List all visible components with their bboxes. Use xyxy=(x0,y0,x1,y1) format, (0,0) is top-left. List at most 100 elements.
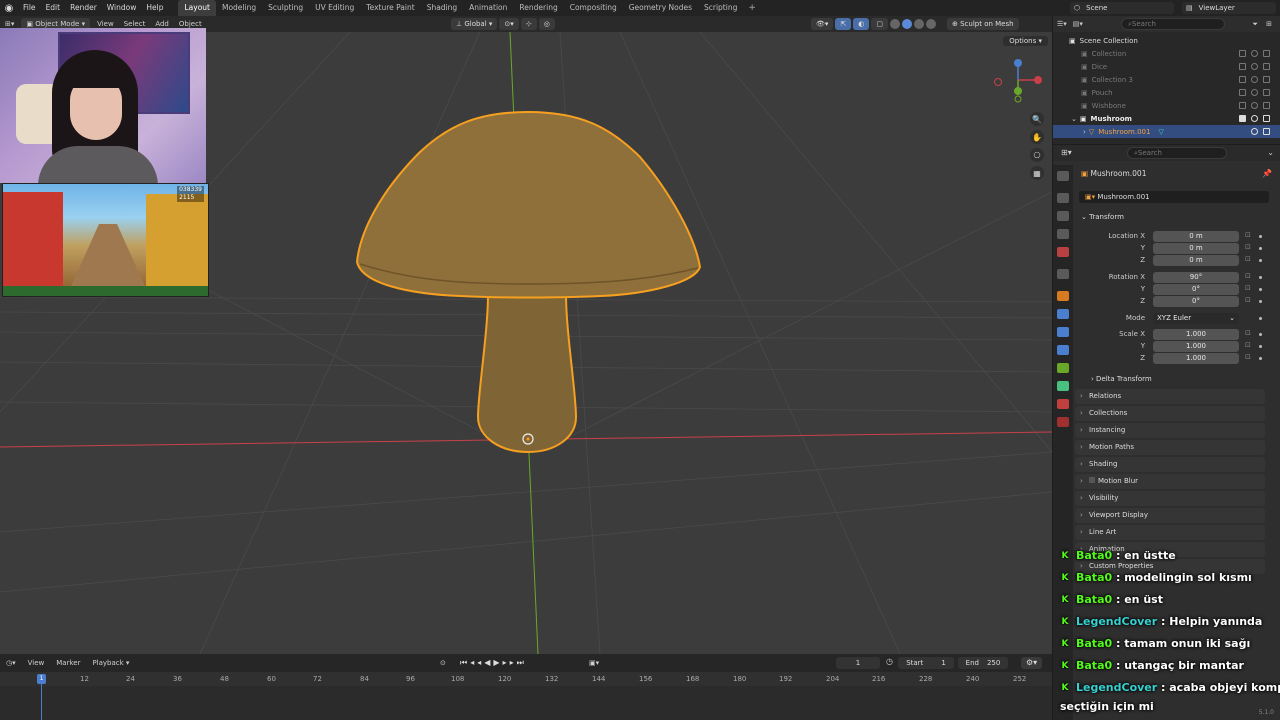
camera-render-icon[interactable] xyxy=(1263,76,1270,83)
checkbox-icon[interactable] xyxy=(1239,63,1246,70)
checkbox-icon[interactable] xyxy=(1239,102,1246,109)
tab-shading[interactable]: Shading xyxy=(421,0,463,16)
checkbox-icon[interactable] xyxy=(1239,50,1246,57)
keyframe-dot-icon[interactable] xyxy=(1259,300,1262,303)
end-frame-field[interactable]: End 250 xyxy=(958,657,1008,669)
play-icon[interactable]: ▶ xyxy=(493,658,502,667)
tab-uv-editing[interactable]: UV Editing xyxy=(309,0,360,16)
keyframe-dot-icon[interactable] xyxy=(1259,247,1262,250)
lock-icon[interactable]: ⊡ xyxy=(1245,329,1251,337)
tool-tab-icon[interactable] xyxy=(1057,171,1069,181)
scale-x-field[interactable]: 1.000 xyxy=(1153,329,1239,340)
timeline-options-icon[interactable]: ⚙▾ xyxy=(1021,657,1043,669)
keyframe-dot-icon[interactable] xyxy=(1259,235,1262,238)
zoom-icon[interactable]: 🔍 xyxy=(1030,112,1044,126)
rotation-z-field[interactable]: 0° xyxy=(1153,296,1239,307)
mushroom-stem[interactable] xyxy=(476,293,578,454)
xray-icon[interactable]: ▢ xyxy=(871,18,889,30)
tab-sculpting[interactable]: Sculpting xyxy=(262,0,309,16)
keyframe-icon[interactable]: ▣▾ xyxy=(583,659,605,667)
panel-motion-blur[interactable]: Motion Blur xyxy=(1075,474,1265,489)
rotation-y-field[interactable]: 0° xyxy=(1153,284,1239,295)
playhead[interactable]: 1 xyxy=(37,674,46,684)
modifier-tab-icon[interactable] xyxy=(1057,309,1069,319)
scale-z-field[interactable]: 1.000 xyxy=(1153,353,1239,364)
tab-geometry-nodes[interactable]: Geometry Nodes xyxy=(623,0,698,16)
tab-layout[interactable]: Layout xyxy=(178,0,216,16)
render-tab-icon[interactable] xyxy=(1057,193,1069,203)
panel-line-art[interactable]: Line Art xyxy=(1075,525,1265,540)
menu-file[interactable]: File xyxy=(18,0,41,16)
current-frame-field[interactable]: 1 xyxy=(836,657,880,669)
timeline-menu-marker[interactable]: Marker xyxy=(50,659,86,667)
lock-icon[interactable]: ⊡ xyxy=(1245,231,1251,239)
eye-icon[interactable] xyxy=(1251,115,1258,122)
menu-edit[interactable]: Edit xyxy=(41,0,66,16)
rotation-mode-dropdown[interactable]: XYZ Euler ⌄ xyxy=(1153,313,1239,324)
navigation-gizmo[interactable] xyxy=(994,59,1043,103)
camera-render-icon[interactable] xyxy=(1263,50,1270,57)
tab-compositing[interactable]: Compositing xyxy=(564,0,623,16)
snap-icon[interactable]: ⊹ xyxy=(520,18,537,30)
checkbox-icon[interactable] xyxy=(1239,89,1246,96)
tab-modeling[interactable]: Modeling xyxy=(216,0,262,16)
options-dropdown[interactable]: Options ▾ xyxy=(1003,36,1048,46)
world-tab-icon[interactable] xyxy=(1057,269,1069,279)
camera-render-icon[interactable] xyxy=(1263,128,1270,135)
timeline-menu-playback[interactable]: Playback ▾ xyxy=(86,659,135,667)
new-collection-icon[interactable]: ⊞ xyxy=(1266,20,1272,28)
texture-tab-icon[interactable] xyxy=(1057,417,1069,427)
eye-icon[interactable] xyxy=(1251,76,1258,83)
physics-tab-icon[interactable] xyxy=(1057,345,1069,355)
keyframe-dot-icon[interactable] xyxy=(1259,333,1262,336)
menu-help[interactable]: Help xyxy=(141,0,168,16)
outliner-item[interactable]: ▣ Pouch xyxy=(1053,86,1280,99)
constraints-tab-icon[interactable] xyxy=(1057,363,1069,373)
keyframe-dot-icon[interactable] xyxy=(1259,276,1262,279)
mushroom-cap[interactable] xyxy=(355,110,702,299)
keyframe-dot-icon[interactable] xyxy=(1259,317,1262,320)
panel-relations[interactable]: Relations xyxy=(1075,389,1265,404)
eye-icon[interactable] xyxy=(1251,102,1258,109)
motion-blur-checkbox[interactable] xyxy=(1089,477,1095,483)
tab-texture-paint[interactable]: Texture Paint xyxy=(360,0,420,16)
clock-icon[interactable]: ◷ xyxy=(886,657,893,666)
timeline-menu-view[interactable]: View xyxy=(22,659,51,667)
transform-section-header[interactable]: ⌄ Transform xyxy=(1081,213,1124,221)
lock-icon[interactable]: ⊡ xyxy=(1245,296,1251,304)
scene-tab-icon[interactable] xyxy=(1057,247,1069,257)
next-key-icon[interactable]: ▸▸ xyxy=(503,658,517,667)
filter-icon[interactable]: ⏷ xyxy=(1252,20,1258,29)
eye-icon[interactable] xyxy=(1251,128,1258,135)
timeline-body[interactable]: 12 24 36 48 60 72 84 96 108 120 132 144 … xyxy=(0,672,1052,720)
delta-transform-subpanel[interactable]: › Delta Transform xyxy=(1091,375,1152,383)
menu-window[interactable]: Window xyxy=(102,0,142,16)
material-tab-icon[interactable] xyxy=(1057,399,1069,409)
panel-visibility[interactable]: Visibility xyxy=(1075,491,1265,506)
pan-hand-icon[interactable]: ✋ xyxy=(1030,130,1044,144)
lock-icon[interactable]: ⊡ xyxy=(1245,272,1251,280)
lock-icon[interactable]: ⊡ xyxy=(1245,341,1251,349)
camera-icon[interactable]: ⎔ xyxy=(1030,148,1044,162)
panel-shading[interactable]: Shading xyxy=(1075,457,1265,472)
keyframe-dot-icon[interactable] xyxy=(1259,357,1262,360)
overlay-icon[interactable]: ◐ xyxy=(853,18,870,30)
checkbox-icon[interactable] xyxy=(1239,76,1246,83)
jump-start-icon[interactable]: ⏮ xyxy=(460,658,470,667)
tab-scripting[interactable]: Scripting xyxy=(698,0,743,16)
material-shading-icon[interactable] xyxy=(914,19,925,29)
tab-animation[interactable]: Animation xyxy=(463,0,513,16)
panel-instancing[interactable]: Instancing xyxy=(1075,423,1265,438)
gizmo-icon[interactable]: ⇱ xyxy=(835,18,852,30)
pin-icon[interactable]: 📌 xyxy=(1262,169,1272,178)
eye-icon[interactable] xyxy=(1251,89,1258,96)
location-y-field[interactable]: 0 m xyxy=(1153,243,1239,254)
outliner-display-icon[interactable]: ▤▾ xyxy=(1073,20,1083,28)
solid-shading-icon[interactable] xyxy=(902,19,913,29)
lock-icon[interactable]: ⊡ xyxy=(1245,243,1251,251)
camera-render-icon[interactable] xyxy=(1263,89,1270,96)
object-tab-icon[interactable] xyxy=(1057,291,1069,301)
panel-motion-paths[interactable]: Motion Paths xyxy=(1075,440,1265,455)
lock-icon[interactable]: ⊡ xyxy=(1245,353,1251,361)
view-layer-tab-icon[interactable] xyxy=(1057,229,1069,239)
